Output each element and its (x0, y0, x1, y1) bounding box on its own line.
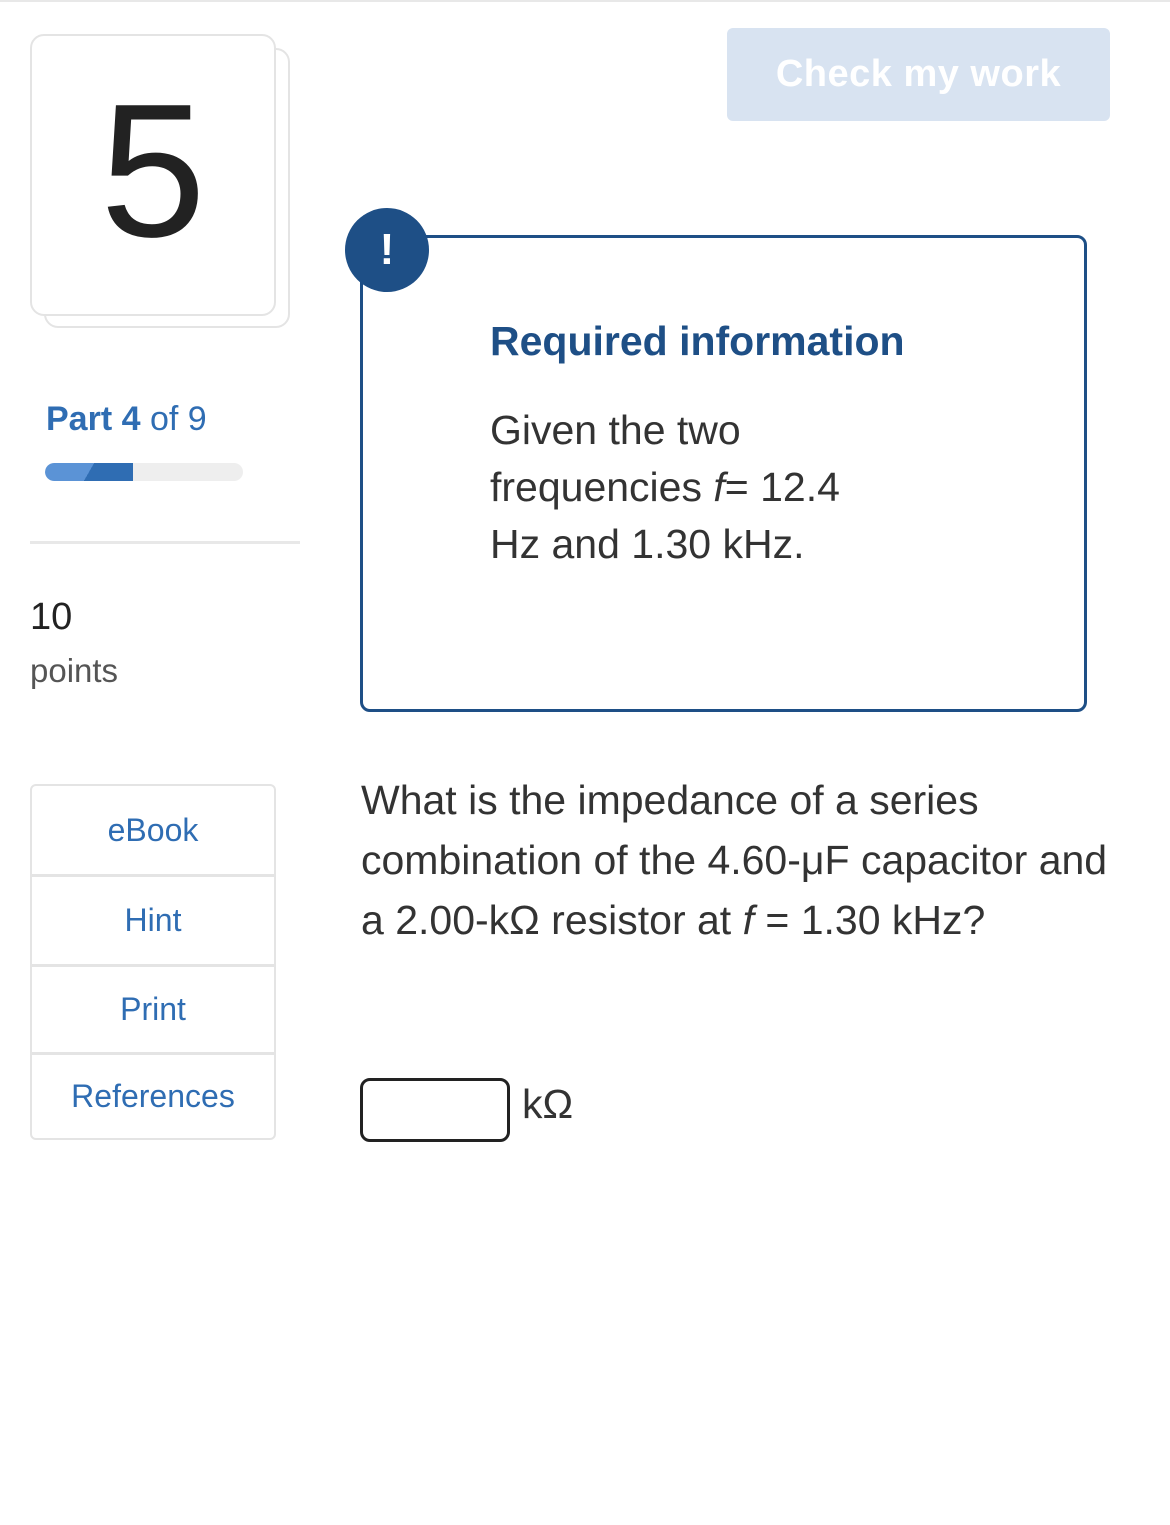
answer-input[interactable] (360, 1078, 510, 1142)
info-line-2-prefix: frequencies (490, 464, 714, 510)
info-frequency-variable: f (713, 464, 725, 510)
part-progress-fill (45, 463, 133, 481)
info-line-1: Given the two (490, 407, 741, 453)
print-link[interactable]: Print (32, 967, 274, 1055)
ebook-link[interactable]: eBook (32, 786, 274, 877)
question-page: 5 Part 4 of 9 10 points eBook Hint Print… (0, 0, 1170, 1525)
question-number-panel: 5 (30, 34, 276, 316)
info-line-3: Hz and 1.30 kHz. (490, 521, 805, 567)
required-information-title: Required information (490, 318, 905, 364)
part-current: 4 (121, 400, 141, 438)
question-number-card: 5 (30, 34, 292, 332)
points-value: 10 (30, 596, 73, 638)
required-information-text: Given the two frequencies f= 12.4 Hz and… (490, 402, 930, 573)
question-number: 5 (100, 65, 206, 277)
references-link[interactable]: References (32, 1055, 274, 1138)
answer-unit: kΩ (522, 1081, 574, 1127)
question-text-part-2: = 1.30 kHz? (753, 897, 986, 943)
points-label: points (30, 652, 119, 689)
part-indicator: Part 4 of 9 (46, 400, 207, 439)
check-my-work-button[interactable]: Check my work (727, 28, 1110, 121)
question-frequency-variable: f (742, 897, 754, 943)
info-line-2-suffix: = 12.4 (724, 464, 840, 510)
part-of-word: of (149, 400, 179, 438)
part-total: 9 (187, 400, 207, 438)
hint-link[interactable]: Hint (32, 877, 274, 967)
question-text-part-1: What is the impedance of a series combin… (361, 777, 1108, 943)
part-word: Part (46, 400, 113, 438)
sidebar-divider (30, 541, 300, 544)
resource-list: eBook Hint Print References (30, 784, 276, 1140)
question-text: What is the impedance of a series combin… (361, 770, 1141, 950)
alert-icon: ! (345, 208, 429, 292)
part-progress-bar (45, 463, 243, 481)
